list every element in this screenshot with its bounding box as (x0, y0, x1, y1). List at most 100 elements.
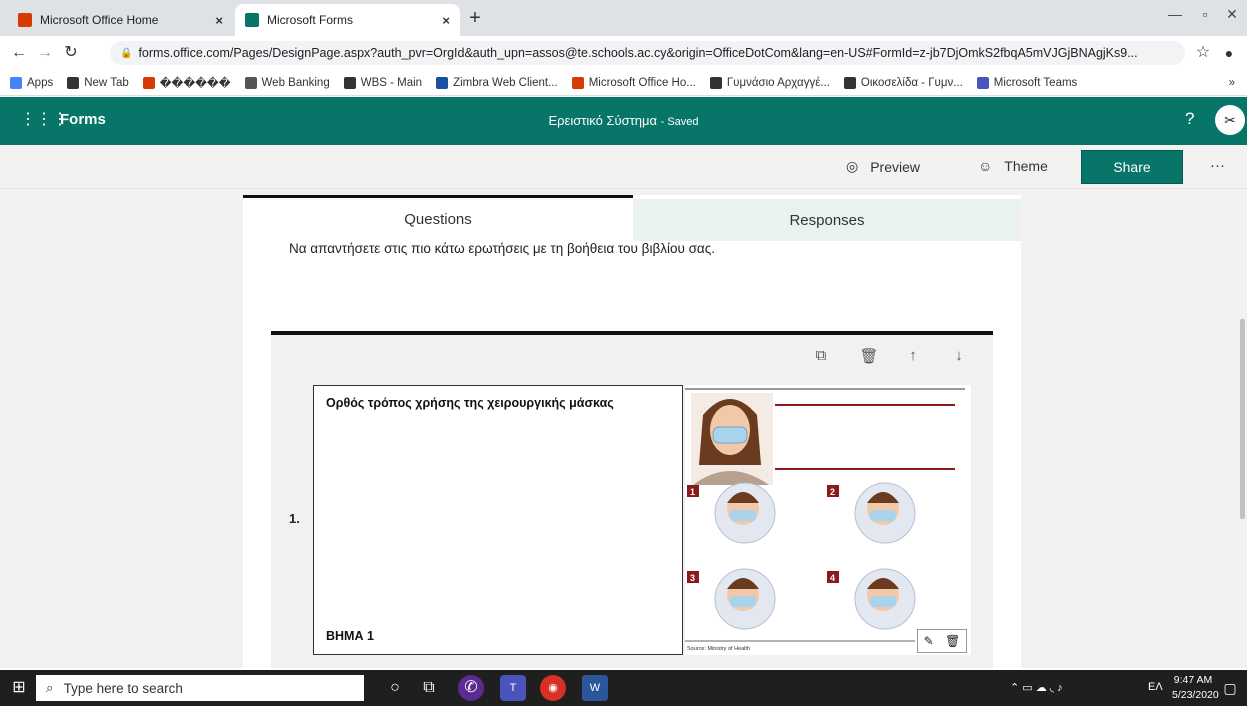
bookmark-item[interactable]: Apps (10, 76, 53, 89)
form-toolbar: ◎ Preview ☺ Theme Share ··· (0, 145, 1247, 189)
word-icon[interactable]: W (582, 675, 608, 701)
step-4-number: 4 (830, 573, 835, 583)
bookmark-icon (436, 76, 449, 89)
eye-icon: ◎ (846, 158, 859, 174)
palette-icon: ☺ (978, 158, 993, 174)
bookmark-icon (976, 76, 989, 89)
forms-header: ⋮⋮⋮ Forms Ερειστικό Σύστημα - Saved ? ✂ (0, 97, 1247, 145)
step-3-panel (687, 568, 776, 630)
preview-button[interactable]: ◎ Preview (846, 158, 920, 175)
bookmark-label: Γυμνάσιο Αρχαγγέ... (726, 76, 830, 89)
step-2-panel (827, 482, 916, 544)
bookmark-label: WBS - Main (360, 76, 423, 89)
teams-icon[interactable]: T (500, 675, 526, 701)
theme-button[interactable]: ☺ Theme (978, 158, 1048, 174)
tab-questions[interactable]: Questions (243, 195, 633, 241)
system-tray-icons[interactable]: ⌃ ▭ ☁ ◟ ♪ (1010, 681, 1063, 694)
clock-date: 5/23/2020 (1172, 689, 1219, 701)
forms-icon (245, 13, 259, 27)
bookmark-label: Microsoft Teams (993, 76, 1078, 89)
tab-responses[interactable]: Responses (633, 199, 1021, 241)
browser-tab-office-home[interactable]: Microsoft Office Home × (8, 4, 233, 36)
task-view-icon[interactable]: ⧉ (416, 675, 442, 701)
tab-title: Microsoft Forms (267, 13, 354, 27)
cortana-icon[interactable]: ○ (382, 675, 408, 701)
bookmark-label: Zimbra Web Client... (453, 76, 558, 89)
user-avatar[interactable]: ✂ (1215, 105, 1245, 135)
bookmark-icon (843, 76, 856, 89)
bookmark-item[interactable]: WBS - Main (343, 76, 423, 89)
theme-label: Theme (1004, 158, 1048, 174)
chrome-icon[interactable]: ◉ (540, 675, 566, 701)
search-placeholder: Type here to search (63, 680, 183, 696)
viber-icon[interactable]: ✆ (458, 675, 484, 701)
windows-taskbar: ⊞ ⌕ Type here to search ○ ⧉ ✆ T ◉ W ⌃ ▭ … (0, 670, 1247, 706)
bookmark-item[interactable]: Microsoft Office Ho... (571, 76, 696, 89)
form-description: Να απαντήσετε στις πιο κάτω ερωτήσεις με… (289, 241, 715, 256)
browser-tab-strip: Microsoft Office Home × Microsoft Forms … (0, 0, 1247, 36)
url-input[interactable]: 🔒 forms.office.com/Pages/DesignPage.aspx… (110, 41, 1185, 65)
bookmark-item[interactable]: Microsoft Teams (976, 76, 1078, 89)
figure-source: Source: Ministry of Health (687, 646, 750, 652)
reload-icon[interactable]: ↻ (60, 42, 82, 64)
image-edit-controls: ✎ 🗑 (917, 629, 967, 653)
new-tab-button[interactable]: + (462, 6, 488, 32)
step-4-panel (827, 568, 916, 630)
copy-question-icon[interactable]: ⧉ (811, 347, 831, 367)
save-status: - Saved (660, 116, 699, 128)
step-3-number: 3 (690, 573, 695, 583)
delete-image-icon[interactable]: 🗑 (945, 634, 960, 648)
office-icon (18, 13, 32, 27)
question-card[interactable]: ⧉ 🗑 ↑ ↓ 1. Ορθός τρόπος χρήσης της χειρο… (271, 331, 993, 668)
profile-avatar[interactable]: ● (1218, 42, 1240, 64)
close-tab-icon[interactable]: × (215, 13, 223, 28)
bookmarks-bar: Apps New Tab ������ Web Banking WBS - Main Zi… (0, 70, 1247, 96)
question-number: 1. (289, 511, 300, 526)
taskbar-search[interactable]: ⌕ Type here to search (36, 675, 364, 701)
move-down-icon[interactable]: ↓ (949, 347, 969, 367)
back-icon[interactable]: ← (8, 42, 30, 64)
help-icon[interactable]: ? (1185, 109, 1194, 129)
bookmark-item[interactable]: New Tab (67, 76, 129, 89)
step-2-number: 2 (830, 487, 835, 497)
delete-question-icon[interactable]: 🗑 (859, 347, 879, 367)
more-bookmarks-icon[interactable]: » (1229, 77, 1235, 89)
move-up-icon[interactable]: ↑ (903, 347, 923, 367)
step-label: ΒΗΜΑ 1 (326, 629, 374, 643)
tab-title: Microsoft Office Home (40, 13, 159, 27)
bookmark-icon (67, 76, 80, 89)
restore-button[interactable]: ▫ (1190, 6, 1220, 30)
share-button[interactable]: Share (1081, 150, 1183, 184)
form-canvas: Questions Responses Να απαντήσετε στις π… (0, 189, 1247, 668)
form-title: Ερειστικό Σύστημα (548, 113, 657, 128)
address-bar-row: ← → ↻ 🔒 forms.office.com/Pages/DesignPag… (0, 36, 1247, 70)
minimize-button[interactable]: — (1160, 6, 1190, 30)
search-icon: ⌕ (46, 680, 54, 695)
browser-tab-forms[interactable]: Microsoft Forms × (235, 4, 460, 36)
bookmark-label: Microsoft Office Ho... (588, 76, 696, 89)
scrollbar-thumb[interactable] (1240, 319, 1245, 519)
clock[interactable]: 9:47 AM 5/23/2020 (1172, 673, 1219, 703)
input-language[interactable]: ΕΛ (1148, 681, 1163, 693)
step-1-panel (687, 482, 776, 544)
preview-label: Preview (870, 158, 921, 175)
bookmark-item[interactable]: ������ (142, 76, 231, 90)
close-tab-icon[interactable]: × (442, 13, 450, 28)
bookmark-item[interactable]: Γυμνάσιο Αρχαγγέ... (709, 76, 830, 89)
bookmark-item[interactable]: Web Banking (244, 76, 330, 89)
bookmark-item[interactable]: Zimbra Web Client... (436, 76, 558, 89)
clock-time: 9:47 AM (1173, 674, 1213, 686)
more-options-icon[interactable]: ··· (1210, 157, 1225, 174)
mask-usage-figure: 1 2 3 4 Source: Ministry of Health ✎ 🗑 (685, 385, 971, 655)
bookmark-star-icon[interactable]: ☆ (1192, 42, 1214, 64)
close-window-button[interactable]: ✕ (1217, 6, 1247, 30)
edit-image-icon[interactable]: ✎ (924, 634, 934, 648)
question-title: Ορθός τρόπος χρήσης της χειρουργικής μάσ… (326, 396, 614, 410)
notifications-icon[interactable]: ▢ (1217, 675, 1243, 701)
bookmark-item[interactable]: Οικοσελίδα - Γυμν... (843, 76, 963, 89)
bookmark-icon (571, 76, 584, 89)
windows-start-icon[interactable]: ⊞ (6, 675, 32, 701)
forward-icon[interactable]: → (34, 42, 56, 64)
question-image-text: Ορθός τρόπος χρήσης της χειρουργικής μάσ… (313, 385, 683, 655)
bookmark-icon (10, 76, 22, 89)
